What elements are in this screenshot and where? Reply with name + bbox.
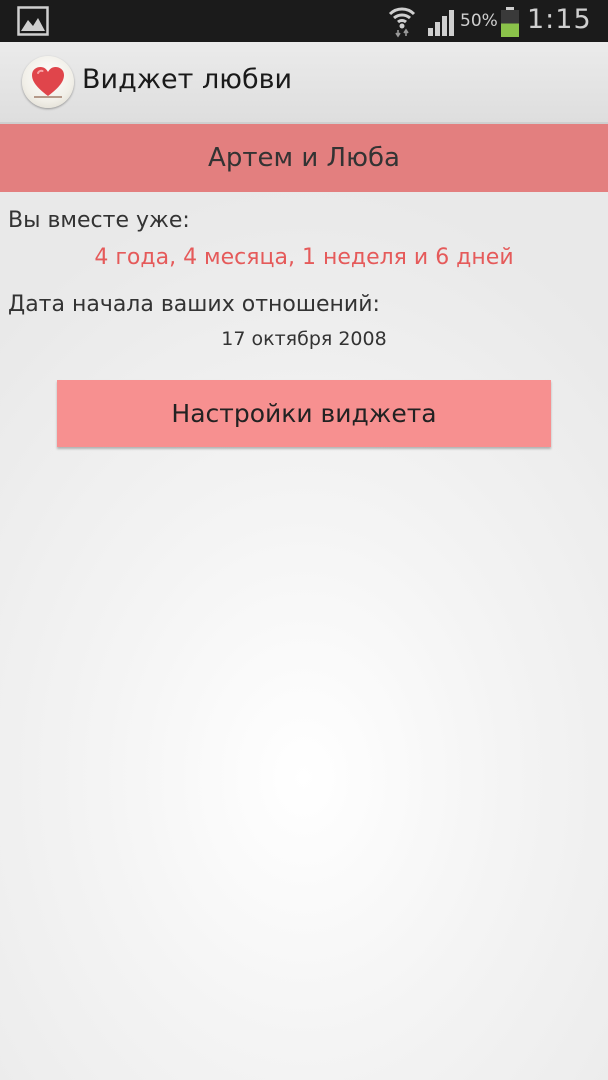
names-banner: Артем и Люба xyxy=(0,124,608,192)
together-duration: 4 года, 4 месяца, 1 неделя и 6 дней xyxy=(94,245,514,270)
wifi-icon xyxy=(387,4,417,38)
widget-settings-button[interactable]: Настройки виджета xyxy=(57,380,551,447)
gallery-icon xyxy=(17,6,49,36)
app-title: Виджет любви xyxy=(82,64,293,95)
together-label: Вы вместе уже: xyxy=(8,208,190,233)
battery-percent: 50% xyxy=(460,11,498,31)
action-bar: Виджет любви xyxy=(0,42,608,124)
start-date-label: Дата начала ваших отношений: xyxy=(8,292,380,317)
signal-icon xyxy=(426,8,456,36)
battery-icon xyxy=(500,7,520,37)
clock: 1:15 xyxy=(527,4,592,35)
heart-icon[interactable] xyxy=(22,56,74,108)
start-date-value: 17 октября 2008 xyxy=(221,328,387,350)
status-bar: 50% 1:15 xyxy=(0,0,608,42)
couple-names: Артем и Люба xyxy=(208,143,400,173)
